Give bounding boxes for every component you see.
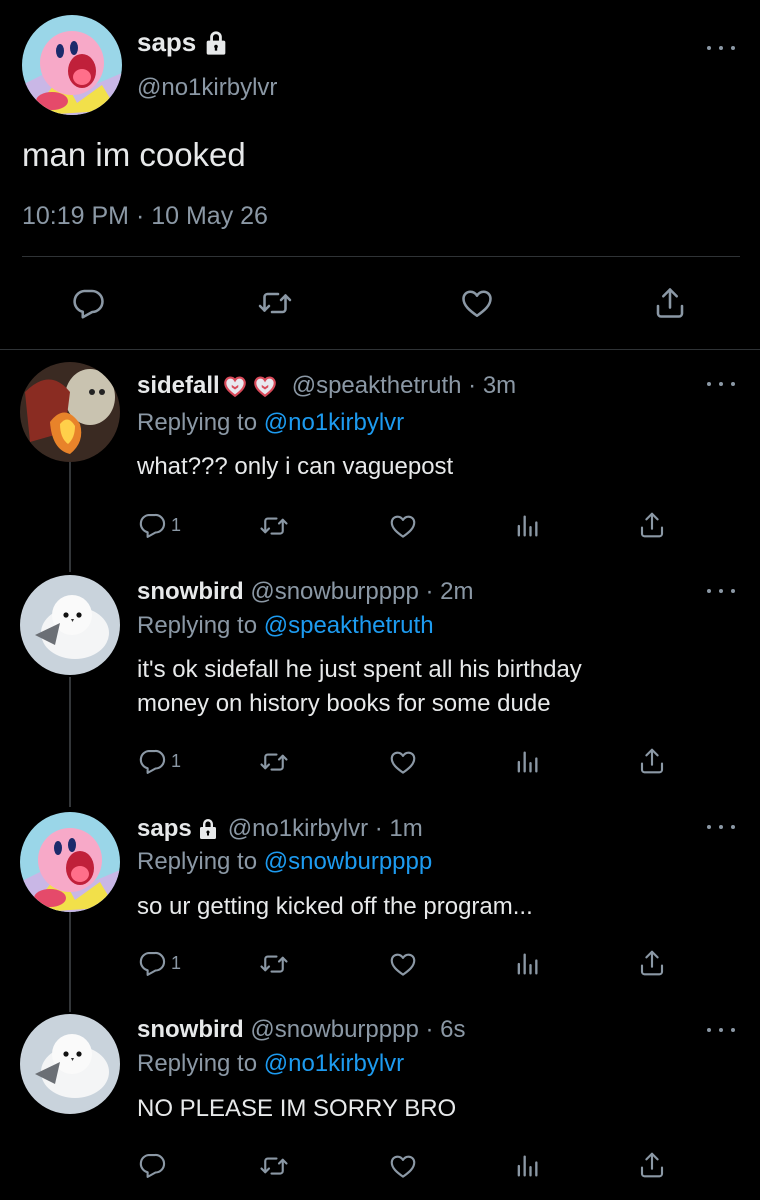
- replying-to: Replying to @no1kirbylvr: [137, 1050, 404, 1078]
- more-icon[interactable]: [707, 585, 735, 597]
- reply-text: it's ok sidefall he just spent all his b…: [137, 656, 582, 683]
- reply-count: 1: [171, 952, 182, 973]
- reply-meta[interactable]: @no1kirbylvr · 1m: [228, 815, 423, 843]
- retweet-icon[interactable]: [258, 747, 290, 777]
- heart-emoji-icon: [252, 373, 278, 399]
- replying-label: Replying to: [137, 409, 258, 436]
- replying-link[interactable]: @no1kirbylvr: [264, 1050, 404, 1077]
- replying-label: Replying to: [137, 848, 258, 875]
- divider: [0, 349, 760, 350]
- reply-header: snowbird @snowburpppp · 6s: [137, 1016, 466, 1044]
- reply-avatar[interactable]: [20, 575, 120, 675]
- reply-icon[interactable]: 1: [137, 948, 181, 978]
- reply-count: 1: [171, 514, 182, 535]
- replying-label: Replying to: [137, 612, 258, 639]
- share-icon[interactable]: [637, 509, 667, 541]
- heart-icon[interactable]: [458, 285, 496, 321]
- tweet-text: man im cooked: [22, 136, 246, 173]
- reply-count: 1: [171, 750, 182, 771]
- tweet-timestamp[interactable]: 10:19 PM · 10 May 26: [22, 202, 268, 231]
- retweet-icon[interactable]: [258, 1151, 290, 1181]
- thread-line: [69, 462, 71, 572]
- reply-icon[interactable]: [70, 285, 106, 321]
- share-icon[interactable]: [637, 1149, 667, 1181]
- heart-icon[interactable]: [388, 511, 418, 541]
- analytics-icon[interactable]: [513, 748, 541, 776]
- replying-link[interactable]: @speakthetruth: [264, 612, 434, 639]
- thread-line: [69, 912, 71, 1012]
- more-icon[interactable]: [707, 1024, 735, 1036]
- reply-icon[interactable]: 1: [137, 510, 181, 540]
- divider: [22, 256, 740, 257]
- reply-meta[interactable]: @speakthetruth · 3m: [292, 372, 516, 400]
- display-name[interactable]: snowbird: [137, 578, 244, 605]
- display-name[interactable]: saps: [137, 27, 196, 58]
- display-name[interactable]: saps: [137, 815, 192, 843]
- thread-line: [69, 677, 71, 807]
- share-icon[interactable]: [637, 947, 667, 979]
- share-icon[interactable]: [652, 284, 688, 322]
- reply-avatar[interactable]: [20, 812, 120, 912]
- share-icon[interactable]: [637, 745, 667, 777]
- display-name[interactable]: snowbird: [137, 1016, 244, 1043]
- retweet-icon[interactable]: [256, 285, 294, 321]
- reply-header: sidefall @speakthetruth · 3m: [137, 372, 516, 400]
- reply-text: money on history books for some dude: [137, 690, 551, 717]
- display-name[interactable]: sidefall: [137, 372, 220, 400]
- handle[interactable]: @no1kirbylvr: [137, 74, 277, 102]
- reply-text: so ur getting kicked off the program...: [137, 893, 533, 920]
- replying-link[interactable]: @snowburpppp: [264, 848, 432, 875]
- heart-icon[interactable]: [388, 949, 418, 979]
- replying-label: Replying to: [137, 1050, 258, 1077]
- lock-icon: [196, 817, 220, 841]
- reply-icon[interactable]: [137, 1150, 171, 1180]
- reply-text: NO PLEASE IM SORRY BRO: [137, 1095, 457, 1122]
- heart-icon[interactable]: [388, 747, 418, 777]
- reply-header: snowbird @snowburpppp · 2m: [137, 578, 473, 606]
- reply-meta[interactable]: @snowburpppp · 2m: [250, 578, 473, 605]
- reply-header: saps @no1kirbylvr · 1m: [137, 815, 423, 843]
- reply-icon[interactable]: 1: [137, 746, 181, 776]
- heart-icon[interactable]: [388, 1151, 418, 1181]
- main-author: saps: [137, 27, 230, 58]
- main-avatar[interactable]: [22, 15, 122, 115]
- more-icon[interactable]: [707, 378, 735, 390]
- reply-avatar[interactable]: [20, 362, 120, 462]
- reply-meta[interactable]: @snowburpppp · 6s: [250, 1016, 465, 1043]
- replying-link[interactable]: @no1kirbylvr: [264, 409, 404, 436]
- heart-emoji-icon: [222, 373, 248, 399]
- analytics-icon[interactable]: [513, 512, 541, 540]
- replying-to: Replying to @speakthetruth: [137, 612, 434, 640]
- analytics-icon[interactable]: [513, 950, 541, 978]
- more-icon[interactable]: [707, 821, 735, 833]
- retweet-icon[interactable]: [258, 949, 290, 979]
- reply-avatar[interactable]: [20, 1014, 120, 1114]
- replying-to: Replying to @snowburpppp: [137, 848, 432, 876]
- more-icon[interactable]: [707, 42, 735, 54]
- retweet-icon[interactable]: [258, 511, 290, 541]
- reply-text: what??? only i can vaguepost: [137, 453, 454, 480]
- analytics-icon[interactable]: [513, 1152, 541, 1180]
- lock-icon: [202, 29, 230, 57]
- replying-to: Replying to @no1kirbylvr: [137, 409, 404, 437]
